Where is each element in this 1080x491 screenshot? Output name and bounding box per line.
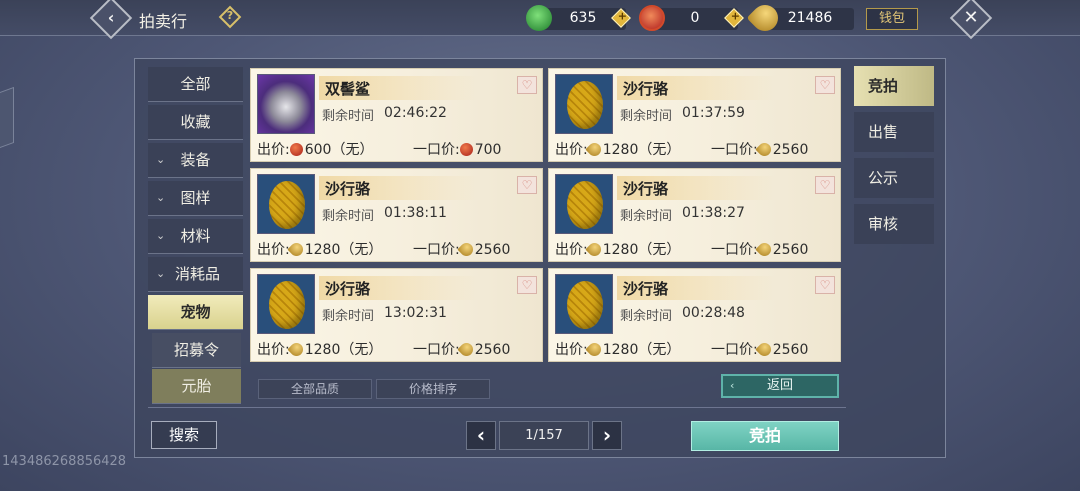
bid-price: 出价: 1280（无）	[555, 140, 681, 159]
bid-price: 出价: 1280（无）	[257, 240, 383, 259]
tab-public[interactable]: 公示	[854, 158, 934, 198]
prev-page-button[interactable]: ‹	[466, 421, 496, 450]
search-button[interactable]: 搜索	[151, 421, 217, 449]
jade-icon	[526, 5, 552, 31]
buyout-price: 一口价: 2560	[711, 340, 809, 359]
back-arrow-icon: ‹	[730, 379, 735, 392]
page-indicator: 1/157	[499, 421, 589, 450]
remain-label: 剩余时间	[322, 209, 375, 224]
tab-sell[interactable]: 出售	[854, 112, 934, 152]
red-coin-icon	[459, 143, 473, 156]
next-page-button[interactable]: ›	[592, 421, 622, 450]
pet-egg-image	[555, 174, 613, 234]
currency-gold-value: 21486	[766, 8, 854, 30]
tab-review[interactable]: 审核	[854, 204, 934, 244]
item-name: 沙行骆	[623, 280, 669, 298]
remain-time: 02:46:22	[384, 105, 447, 121]
gold-ingot-icon	[746, 0, 784, 37]
remain-label: 剩余时间	[322, 109, 375, 124]
menu-subitem-embryo[interactable]: 元胎	[152, 369, 241, 404]
favorite-heart-icon[interactable]: ♡	[815, 176, 835, 194]
remain-label: 剩余时间	[620, 109, 673, 124]
bid-price: 出价: 1280（无）	[555, 340, 681, 359]
divider	[148, 407, 846, 408]
egg-icon	[567, 81, 603, 129]
menu-item-materials[interactable]: ⌄ 材料	[148, 219, 243, 254]
favorite-heart-icon[interactable]: ♡	[517, 76, 537, 94]
user-id-watermark: 143486268856428	[2, 454, 127, 469]
top-bar: ‹ 拍卖行 ? 635 + 0 + 21486 钱包 ✕	[0, 0, 1080, 40]
remain-label: 剩余时间	[620, 209, 673, 224]
bid-price: 出价: 1280（无）	[555, 240, 681, 259]
back-arrow-icon: ‹	[107, 8, 115, 27]
listing-card[interactable]: 沙行骆 剩余时间 13:02:31 ♡ 出价: 1280（无） 一口价: 2560	[250, 268, 543, 362]
return-button[interactable]: ‹ 返回	[721, 374, 839, 398]
close-icon: ✕	[963, 7, 979, 29]
favorite-heart-icon[interactable]: ♡	[815, 76, 835, 94]
side-decoration	[0, 86, 14, 154]
egg-icon	[269, 281, 305, 329]
bid-price: 出价: 1280（无）	[257, 340, 383, 359]
menu-item-consumables[interactable]: ⌄ 消耗品	[148, 257, 243, 292]
item-name: 沙行骆	[325, 180, 371, 198]
listing-card[interactable]: 沙行骆 剩余时间 00:28:48 ♡ 出价: 1280（无） 一口价: 2560	[548, 268, 841, 362]
red-coin-icon	[289, 143, 303, 156]
pet-egg-image	[257, 174, 315, 234]
remain-time: 01:38:27	[682, 205, 745, 221]
buyout-price: 一口价: 2560	[413, 240, 511, 259]
remain-time: 13:02:31	[384, 305, 447, 321]
egg-icon	[269, 181, 305, 229]
help-icon[interactable]: ?	[218, 5, 242, 29]
wallet-button[interactable]: 钱包	[866, 8, 918, 30]
item-name: 沙行骆	[623, 180, 669, 198]
remain-label: 剩余时间	[322, 309, 375, 324]
pet-egg-image	[555, 74, 613, 134]
pet-image	[257, 74, 315, 134]
menu-item-equipment[interactable]: ⌄ 装备	[148, 143, 243, 178]
listing-card[interactable]: 双髻鲨 剩余时间 02:46:22 ♡ 出价: 600（无） 一口价: 700	[250, 68, 543, 162]
egg-icon	[567, 281, 603, 329]
quality-filter-dropdown[interactable]: 全部品质	[258, 379, 372, 399]
bid-price: 出价: 600（无）	[257, 142, 374, 158]
menu-subitem-pets[interactable]: 宠物	[148, 295, 243, 330]
buyout-price: 一口价: 2560	[711, 240, 809, 259]
remain-label: 剩余时间	[620, 309, 673, 324]
price-sort-dropdown[interactable]: 价格排序	[376, 379, 490, 399]
menu-item-all[interactable]: 全部	[148, 67, 243, 102]
pet-egg-image	[257, 274, 315, 334]
pet-egg-image	[555, 274, 613, 334]
tab-bid[interactable]: 竞拍	[854, 66, 934, 106]
favorite-heart-icon[interactable]: ♡	[517, 276, 537, 294]
bid-button[interactable]: 竞拍	[691, 421, 839, 451]
remain-time: 00:28:48	[682, 305, 745, 321]
favorite-heart-icon[interactable]: ♡	[815, 276, 835, 294]
buyout-price: 一口价: 700	[413, 142, 502, 158]
close-button[interactable]: ✕	[949, 0, 993, 40]
buyout-price: 一口价: 2560	[711, 140, 809, 159]
listing-card[interactable]: 沙行骆 剩余时间 01:38:11 ♡ 出价: 1280（无） 一口价: 2560	[250, 168, 543, 262]
item-name: 沙行骆	[325, 280, 371, 298]
remain-time: 01:38:11	[384, 205, 447, 221]
remain-time: 01:37:59	[682, 105, 745, 121]
item-name: 双髻鲨	[325, 80, 371, 98]
back-button[interactable]: ‹	[89, 0, 133, 40]
red-coin-icon	[639, 5, 665, 31]
menu-item-favorites[interactable]: 收藏	[148, 105, 243, 140]
menu-subitem-recruit[interactable]: 招募令	[152, 333, 241, 368]
egg-icon	[567, 181, 603, 229]
item-name: 沙行骆	[623, 80, 669, 98]
listing-card[interactable]: 沙行骆 剩余时间 01:38:27 ♡ 出价: 1280（无） 一口价: 2560	[548, 168, 841, 262]
page-title: 拍卖行	[139, 12, 188, 31]
listing-card[interactable]: 沙行骆 剩余时间 01:37:59 ♡ 出价: 1280（无） 一口价: 2560	[548, 68, 841, 162]
buyout-price: 一口价: 2560	[413, 340, 511, 359]
favorite-heart-icon[interactable]: ♡	[517, 176, 537, 194]
menu-item-patterns[interactable]: ⌄ 图样	[148, 181, 243, 216]
